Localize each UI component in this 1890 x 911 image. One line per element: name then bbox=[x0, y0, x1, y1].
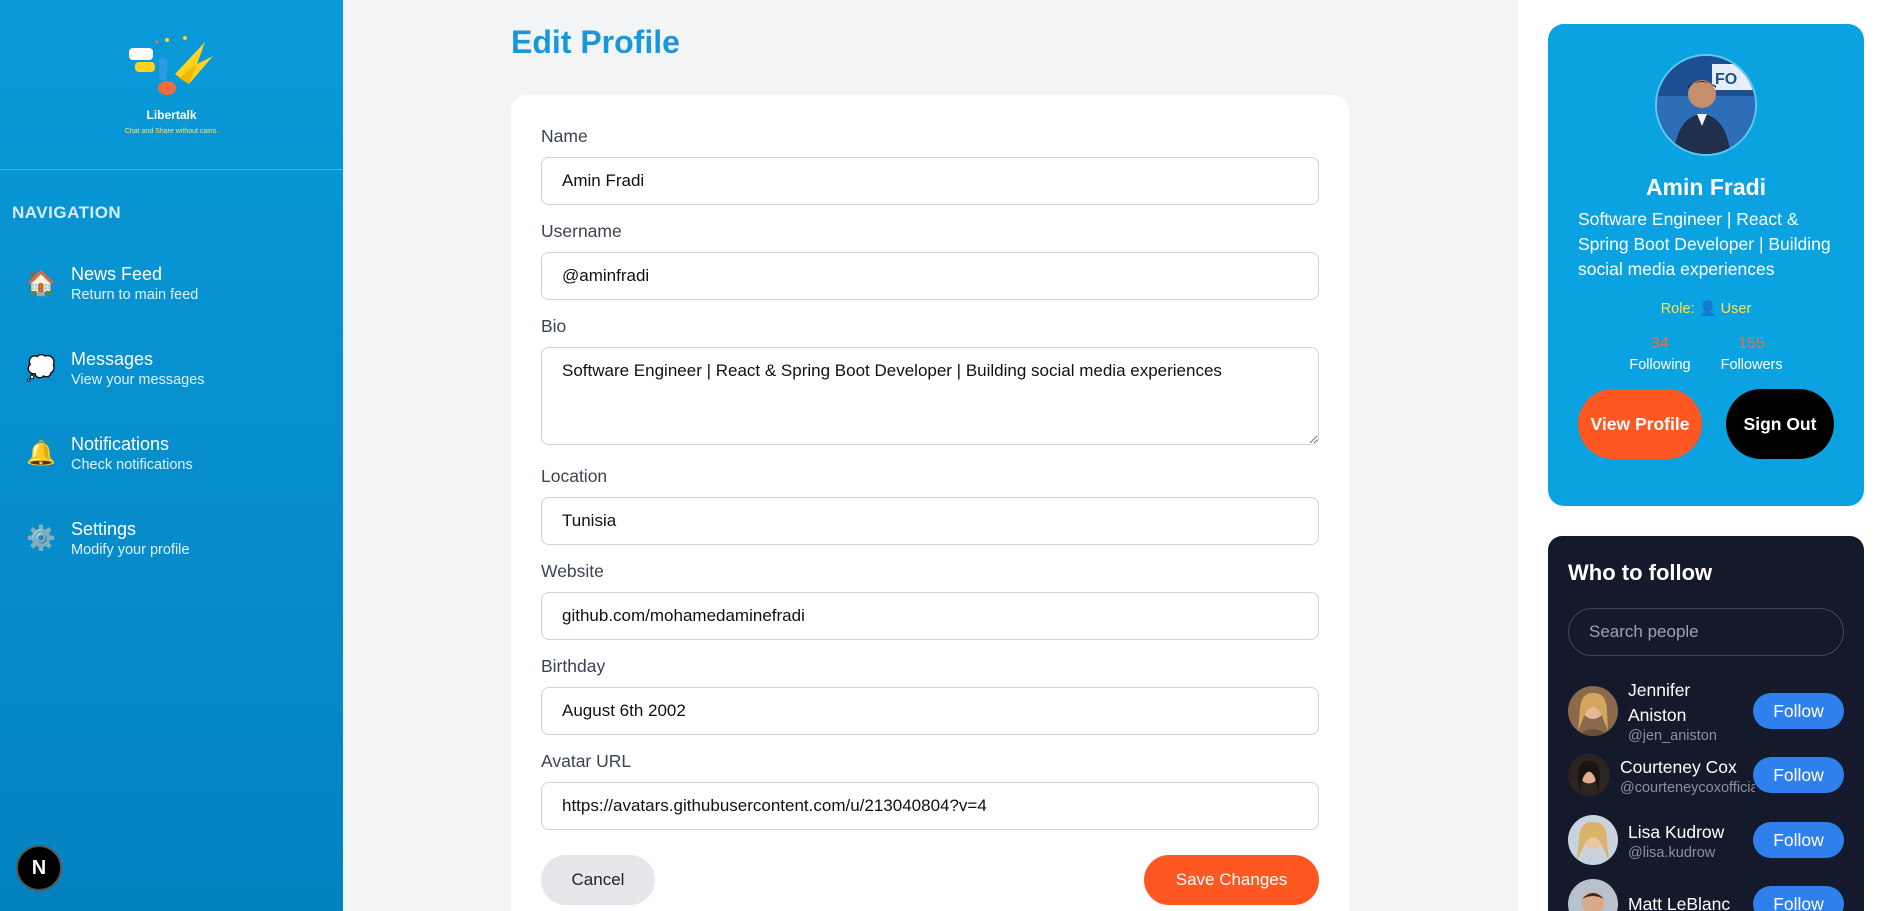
nav-item-notifications[interactable]: 🔔 Notifications Check notifications bbox=[0, 411, 343, 496]
follow-handle: @courteneycoxofficial bbox=[1620, 779, 1755, 796]
location-input[interactable] bbox=[541, 497, 1319, 545]
username-input[interactable] bbox=[541, 252, 1319, 300]
role-label: Role: bbox=[1660, 301, 1695, 317]
profile-actions: View Profile Sign Out bbox=[1578, 389, 1834, 459]
brand-tagline: Chat and Share without cains. bbox=[124, 128, 219, 135]
follow-info: Jennifer Aniston @jen_aniston bbox=[1628, 678, 1748, 744]
birthday-label: Birthday bbox=[541, 656, 606, 676]
nextjs-badge[interactable]: N bbox=[16, 845, 62, 891]
gear-icon: ⚙️ bbox=[26, 525, 56, 552]
right-sidebar: FO Amin Fradi Software Engineer | React … bbox=[1518, 0, 1890, 911]
follow-name[interactable]: Matt LeBlanc bbox=[1628, 892, 1763, 911]
nav-item-messages[interactable]: 💭 Messages View your messages bbox=[0, 326, 343, 411]
nav-item-subtitle: Modify your profile bbox=[71, 541, 190, 558]
birthday-input[interactable] bbox=[541, 687, 1319, 735]
bell-icon: 🔔 bbox=[26, 440, 56, 467]
logo-area[interactable]: Libertalk Chat and Share without cains. bbox=[0, 0, 343, 170]
profile-card: FO Amin Fradi Software Engineer | React … bbox=[1548, 24, 1864, 506]
follow-info: Courteney Cox @courteneycoxofficial bbox=[1620, 755, 1755, 796]
location-label: Location bbox=[541, 466, 608, 486]
followers-stat[interactable]: 155 Followers bbox=[1721, 335, 1783, 373]
followers-count: 155 bbox=[1738, 335, 1765, 352]
website-field-group: Website bbox=[541, 560, 1319, 640]
profile-name: Amin Fradi bbox=[1645, 174, 1767, 200]
follow-handle: @jen_aniston bbox=[1628, 728, 1717, 744]
nav-list: 🏠 News Feed Return to main feed 💭 Messag… bbox=[0, 241, 343, 581]
following-label: Following bbox=[1629, 357, 1691, 373]
role-value: User bbox=[1720, 301, 1752, 317]
nav-item-title: Notifications bbox=[71, 433, 170, 454]
username-field-group: Username bbox=[541, 220, 1319, 300]
bio-label: Bio bbox=[541, 316, 567, 336]
sign-out-button[interactable]: Sign Out bbox=[1726, 389, 1834, 459]
bio-field-group: Bio Software Engineer | React & Spring B… bbox=[541, 315, 1319, 450]
save-changes-button[interactable]: Save Changes bbox=[1144, 855, 1319, 905]
name-input[interactable] bbox=[541, 157, 1319, 205]
nav-item-title: Settings bbox=[71, 518, 137, 539]
avatar-url-label: Avatar URL bbox=[541, 751, 632, 771]
who-to-follow-title: Who to follow bbox=[1568, 560, 1713, 585]
username-label: Username bbox=[541, 221, 622, 241]
view-profile-button[interactable]: View Profile bbox=[1578, 389, 1702, 459]
name-field-group: Name bbox=[541, 125, 1319, 205]
nav-item-title: Messages bbox=[71, 348, 154, 369]
cancel-button[interactable]: Cancel bbox=[541, 855, 655, 905]
nav-item-subtitle: View your messages bbox=[71, 371, 205, 388]
birthday-field-group: Birthday bbox=[541, 655, 1319, 735]
avatar[interactable] bbox=[1568, 815, 1618, 865]
follow-suggestions-list: Jennifer Aniston @jen_aniston Follow Cou… bbox=[1568, 676, 1844, 911]
page-title: Edit Profile bbox=[511, 24, 680, 60]
follow-info: Matt LeBlanc bbox=[1628, 892, 1763, 911]
nav-item-title: News Feed bbox=[71, 263, 163, 284]
speech-bubble-icon: 💭 bbox=[26, 355, 56, 382]
follow-button[interactable]: Follow bbox=[1753, 757, 1844, 793]
avatar[interactable] bbox=[1568, 686, 1618, 736]
nav-item-settings[interactable]: ⚙️ Settings Modify your profile bbox=[0, 496, 343, 581]
location-field-group: Location bbox=[541, 465, 1319, 545]
main-content: Edit Profile Name Username Bio Software … bbox=[343, 0, 1518, 911]
follow-button[interactable]: Follow bbox=[1753, 886, 1844, 911]
profile-bio: Software Engineer | React & Spring Boot … bbox=[1578, 209, 1831, 279]
follow-handle: @lisa.kudrow bbox=[1628, 844, 1716, 861]
bio-textarea[interactable]: Software Engineer | React & Spring Boot … bbox=[541, 347, 1319, 445]
who-to-follow-card: Who to follow Jennifer Aniston @jen_anis… bbox=[1548, 536, 1864, 911]
follow-name[interactable]: Jennifer Aniston bbox=[1628, 678, 1748, 728]
role-line: Role: 👤 User bbox=[1578, 300, 1834, 317]
follow-suggestion: Matt LeBlanc Follow bbox=[1568, 879, 1844, 911]
house-icon: 🏠 bbox=[26, 270, 56, 297]
avatar-url-field-group: Avatar URL bbox=[541, 750, 1319, 830]
follow-info: Lisa Kudrow @lisa.kudrow bbox=[1628, 820, 1748, 861]
following-stat[interactable]: 34 Following bbox=[1629, 335, 1690, 373]
name-label: Name bbox=[541, 126, 588, 146]
follow-suggestion: Lisa Kudrow @lisa.kudrow Follow bbox=[1568, 815, 1844, 865]
follow-button[interactable]: Follow bbox=[1753, 693, 1844, 729]
sidebar: Libertalk Chat and Share without cains. … bbox=[0, 0, 343, 911]
follow-suggestion: Courteney Cox @courteneycoxofficial Foll… bbox=[1568, 750, 1844, 800]
website-label: Website bbox=[541, 561, 604, 581]
follow-name[interactable]: Lisa Kudrow bbox=[1628, 820, 1748, 845]
follow-name[interactable]: Courteney Cox bbox=[1620, 755, 1755, 780]
profile-avatar[interactable]: FO bbox=[1655, 54, 1757, 156]
website-input[interactable] bbox=[541, 592, 1319, 640]
followers-label: Followers bbox=[1720, 357, 1783, 373]
brand-name: Libertalk bbox=[146, 108, 197, 122]
edit-profile-form: Name Username Bio Software Engineer | Re… bbox=[511, 95, 1349, 911]
avatar-url-input[interactable] bbox=[541, 782, 1319, 830]
nav-item-subtitle: Return to main feed bbox=[71, 286, 199, 303]
following-count: 34 bbox=[1651, 335, 1669, 352]
avatar[interactable] bbox=[1568, 754, 1610, 796]
nav-item-news-feed[interactable]: 🏠 News Feed Return to main feed bbox=[0, 241, 343, 326]
libertalk-logo-icon bbox=[127, 34, 217, 104]
follow-button[interactable]: Follow bbox=[1753, 822, 1844, 858]
nav-heading: NAVIGATION bbox=[12, 203, 122, 222]
nav-item-subtitle: Check notifications bbox=[71, 456, 193, 473]
follow-suggestion: Jennifer Aniston @jen_aniston Follow bbox=[1568, 676, 1844, 746]
svg-text:FO: FO bbox=[1715, 71, 1737, 88]
user-icon: 👤 bbox=[1698, 301, 1717, 317]
search-people-input[interactable] bbox=[1568, 608, 1844, 656]
avatar[interactable] bbox=[1568, 879, 1618, 911]
profile-stats: 34 Following 155 Followers bbox=[1578, 335, 1834, 373]
form-actions: Cancel Save Changes bbox=[541, 855, 1319, 911]
